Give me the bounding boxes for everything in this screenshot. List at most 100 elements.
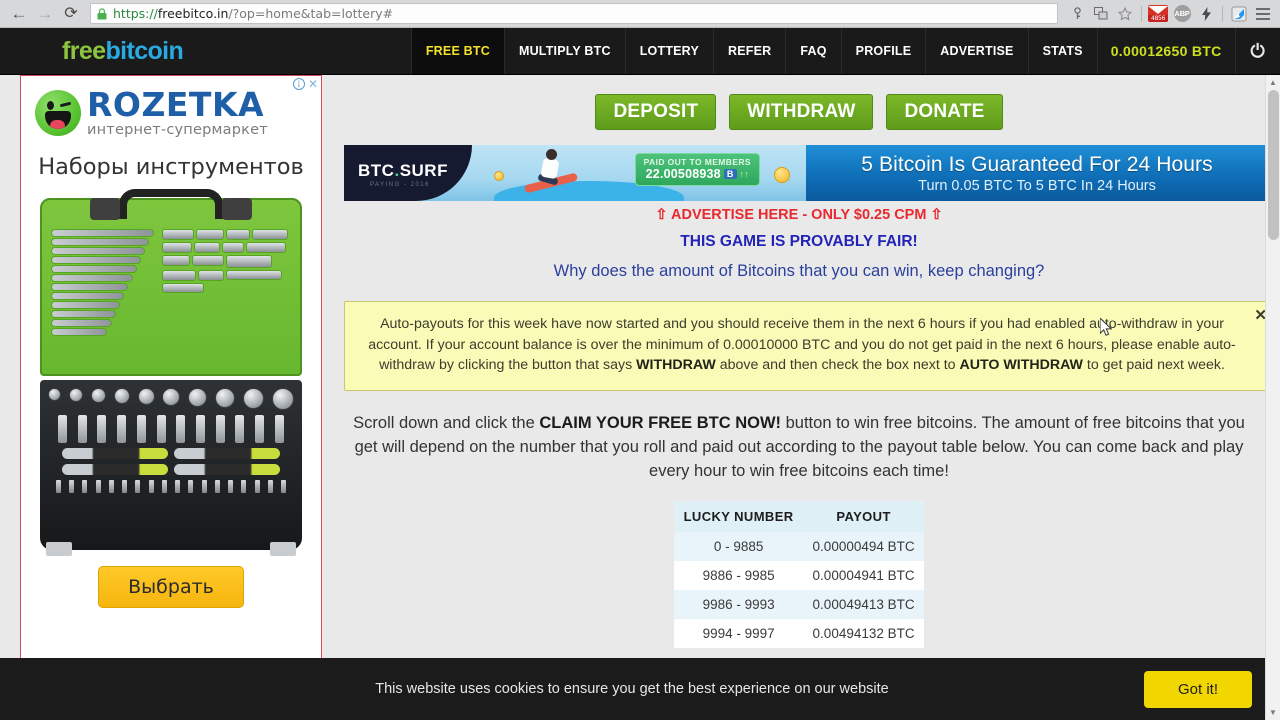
auto-payout-notice: ✕ Auto-payouts for this week have now st… xyxy=(344,301,1276,391)
advertise-here-link[interactable]: ⇧ ADVERTISE HERE - ONLY $0.25 CPM ⇧ xyxy=(344,207,1254,223)
key-icon[interactable] xyxy=(1066,2,1088,26)
hamburger-menu-icon[interactable] xyxy=(1252,2,1274,26)
logo-bitcoin: bitcoin xyxy=(105,36,184,65)
page-body: i ✕ ROZETKA интернет-супермаркет Наборы … xyxy=(0,75,1280,720)
surf-paid-amount: 22.00508938 xyxy=(645,167,721,181)
surf-paid-arrows: ↑↑ xyxy=(739,169,749,179)
nav-item-advertise[interactable]: ADVERTISE xyxy=(925,28,1027,74)
nav-item-multiply-btc[interactable]: MULTIPLY BTC xyxy=(503,28,625,74)
site-header: free bitcoin FREE BTC MULTIPLY BTC LOTTER… xyxy=(0,28,1280,75)
notice-text-part3: to get paid next week. xyxy=(1082,357,1225,373)
deposit-button[interactable]: DEPOSIT xyxy=(595,94,717,130)
payout-range: 9994 - 9997 xyxy=(674,618,804,648)
url-path: /?op=home&tab=lottery# xyxy=(228,6,394,21)
why-amount-changes-link[interactable]: Why does the amount of Bitcoins that you… xyxy=(344,262,1254,281)
gmail-icon[interactable]: 4856 xyxy=(1147,2,1169,26)
ad-close-icon[interactable]: ✕ xyxy=(308,78,318,90)
provably-fair-link[interactable]: THIS GAME IS PROVABLY FAIR! xyxy=(344,233,1254,251)
scrollbar-thumb[interactable] xyxy=(1268,90,1279,240)
surf-paid-label: PAID OUT TO MEMBERS xyxy=(643,157,751,167)
ad-choices-controls: i ✕ xyxy=(292,78,318,90)
sidebar-advertisement[interactable]: i ✕ ROZETKA интернет-супермаркет Наборы … xyxy=(20,75,322,720)
payout-header-lucky-number: LUCKY NUMBER xyxy=(674,500,804,532)
lightning-icon[interactable] xyxy=(1195,2,1217,26)
surf-logo-btc: BTC xyxy=(358,161,395,180)
browser-toolbar: ← → ⟳ https://freebitco.in/?op=home&tab=… xyxy=(0,0,1280,28)
ad-product-image xyxy=(40,188,302,556)
rozetka-mascot-icon xyxy=(35,89,81,136)
nav-item-profile[interactable]: PROFILE xyxy=(840,28,926,74)
surf-logo: BTC.SURF xyxy=(358,161,448,181)
forward-button[interactable]: → xyxy=(32,2,58,26)
payout-table-header-row: LUCKY NUMBER PAYOUT xyxy=(674,500,924,532)
payout-header-payout: PAYOUT xyxy=(803,500,924,532)
nav-item-lottery[interactable]: LOTTERY xyxy=(624,28,713,74)
address-bar[interactable]: https://freebitco.in/?op=home&tab=lotter… xyxy=(90,3,1058,24)
ad-brand-tagline: интернет-супермаркет xyxy=(87,122,268,138)
donate-button[interactable]: DONATE xyxy=(886,94,1003,130)
site-logo[interactable]: free bitcoin xyxy=(0,28,184,74)
cookie-consent-bar: This website uses cookies to ensure you … xyxy=(0,658,1280,720)
star-icon[interactable] xyxy=(1114,2,1136,26)
nav-item-refer[interactable]: REFER xyxy=(713,28,785,74)
instructions-part1: Scroll down and click the xyxy=(353,413,540,432)
ad-brand-name: ROZETKA xyxy=(87,85,265,124)
table-row: 9886 - 9985 0.00004941 BTC xyxy=(674,560,924,590)
extension-icon[interactable] xyxy=(1228,2,1250,26)
translate-icon[interactable] xyxy=(1090,2,1112,26)
lock-icon xyxy=(97,7,107,20)
logout-power-icon[interactable]: ⏻ xyxy=(1234,28,1280,74)
page-scrollbar[interactable]: ▲ ▼ xyxy=(1265,75,1280,720)
scrollbar-up-arrow[interactable]: ▲ xyxy=(1266,75,1280,90)
instructions-bold-claim: CLAIM YOUR FREE BTC NOW! xyxy=(539,413,782,432)
url-text: https://freebitco.in/?op=home&tab=lotter… xyxy=(113,6,393,21)
table-row: 0 - 9885 0.00000494 BTC xyxy=(674,531,924,561)
notice-text-part2: above and then check the box next to xyxy=(715,357,960,373)
nav-item-free-btc[interactable]: FREE BTC xyxy=(410,28,504,74)
nav-item-faq[interactable]: FAQ xyxy=(785,28,840,74)
gmail-unread-badge: 4856 xyxy=(1148,15,1168,22)
url-host: freebitco.in xyxy=(157,6,229,21)
payout-amount: 0.00049413 BTC xyxy=(803,589,924,619)
back-button[interactable]: ← xyxy=(6,2,32,26)
account-action-buttons: DEPOSIT WITHDRAW DONATE xyxy=(344,75,1254,130)
payout-table: LUCKY NUMBER PAYOUT 0 - 9885 0.00000494 … xyxy=(674,500,924,648)
payout-range: 9886 - 9985 xyxy=(674,560,804,590)
notice-bold-auto-withdraw: AUTO WITHDRAW xyxy=(959,357,1083,373)
cookie-consent-text: This website uses cookies to ensure you … xyxy=(375,681,889,697)
ad-brand: ROZETKA интернет-супермаркет xyxy=(21,76,321,138)
surf-paid-unit: B xyxy=(723,169,737,179)
surf-banner-left: BTC.SURF PAYING - 2016 PAID OUT TO MEMBE… xyxy=(344,145,806,201)
surf-banner-title: 5 Bitcoin Is Guaranteed For 24 Hours xyxy=(861,152,1213,176)
adblock-icon[interactable]: ABP xyxy=(1171,2,1193,26)
main-content: DEPOSIT WITHDRAW DONATE BTC.SURF PAYING … xyxy=(322,75,1280,720)
toolbar-divider xyxy=(1141,5,1142,22)
payout-range: 0 - 9885 xyxy=(674,531,804,561)
reload-button[interactable]: ⟳ xyxy=(58,2,84,26)
surf-banner-right: 5 Bitcoin Is Guaranteed For 24 Hours Tur… xyxy=(806,145,1268,201)
url-scheme: https:// xyxy=(113,6,158,21)
notice-bold-withdraw: WITHDRAW xyxy=(636,357,716,373)
ad-headline: Наборы инструментов xyxy=(38,153,304,180)
payout-amount: 0.00004941 BTC xyxy=(803,560,924,590)
surf-banner-subtitle: Turn 0.05 BTC To 5 BTC In 24 Hours xyxy=(918,177,1156,194)
withdraw-button[interactable]: WITHDRAW xyxy=(729,94,874,130)
adblock-label: ABP xyxy=(1173,5,1191,22)
payout-amount: 0.00494132 BTC xyxy=(803,618,924,648)
surf-logo-surf: SURF xyxy=(399,161,448,180)
scrollbar-down-arrow[interactable]: ▼ xyxy=(1266,705,1280,720)
ad-cta-button[interactable]: Выбрать xyxy=(98,565,244,608)
btc-surf-banner-ad[interactable]: BTC.SURF PAYING - 2016 PAID OUT TO MEMBE… xyxy=(344,145,1268,201)
claim-instructions: Scroll down and click the CLAIM YOUR FRE… xyxy=(350,411,1248,483)
nav-item-stats[interactable]: STATS xyxy=(1027,28,1097,74)
cookie-accept-button[interactable]: Got it! xyxy=(1143,670,1252,708)
main-nav: FREE BTC MULTIPLY BTC LOTTERY REFER FAQ … xyxy=(410,28,1280,74)
table-row: 9986 - 9993 0.00049413 BTC xyxy=(674,589,924,619)
surf-logo-subtitle: PAYING - 2016 xyxy=(370,182,430,188)
ad-info-icon[interactable]: i xyxy=(292,78,305,90)
payout-amount: 0.00000494 BTC xyxy=(803,531,924,561)
toolbar-divider-2 xyxy=(1222,5,1223,22)
table-row: 9994 - 9997 0.00494132 BTC xyxy=(674,618,924,648)
surfer-illustration xyxy=(523,149,579,197)
account-balance[interactable]: 0.00012650 BTC xyxy=(1096,28,1235,74)
